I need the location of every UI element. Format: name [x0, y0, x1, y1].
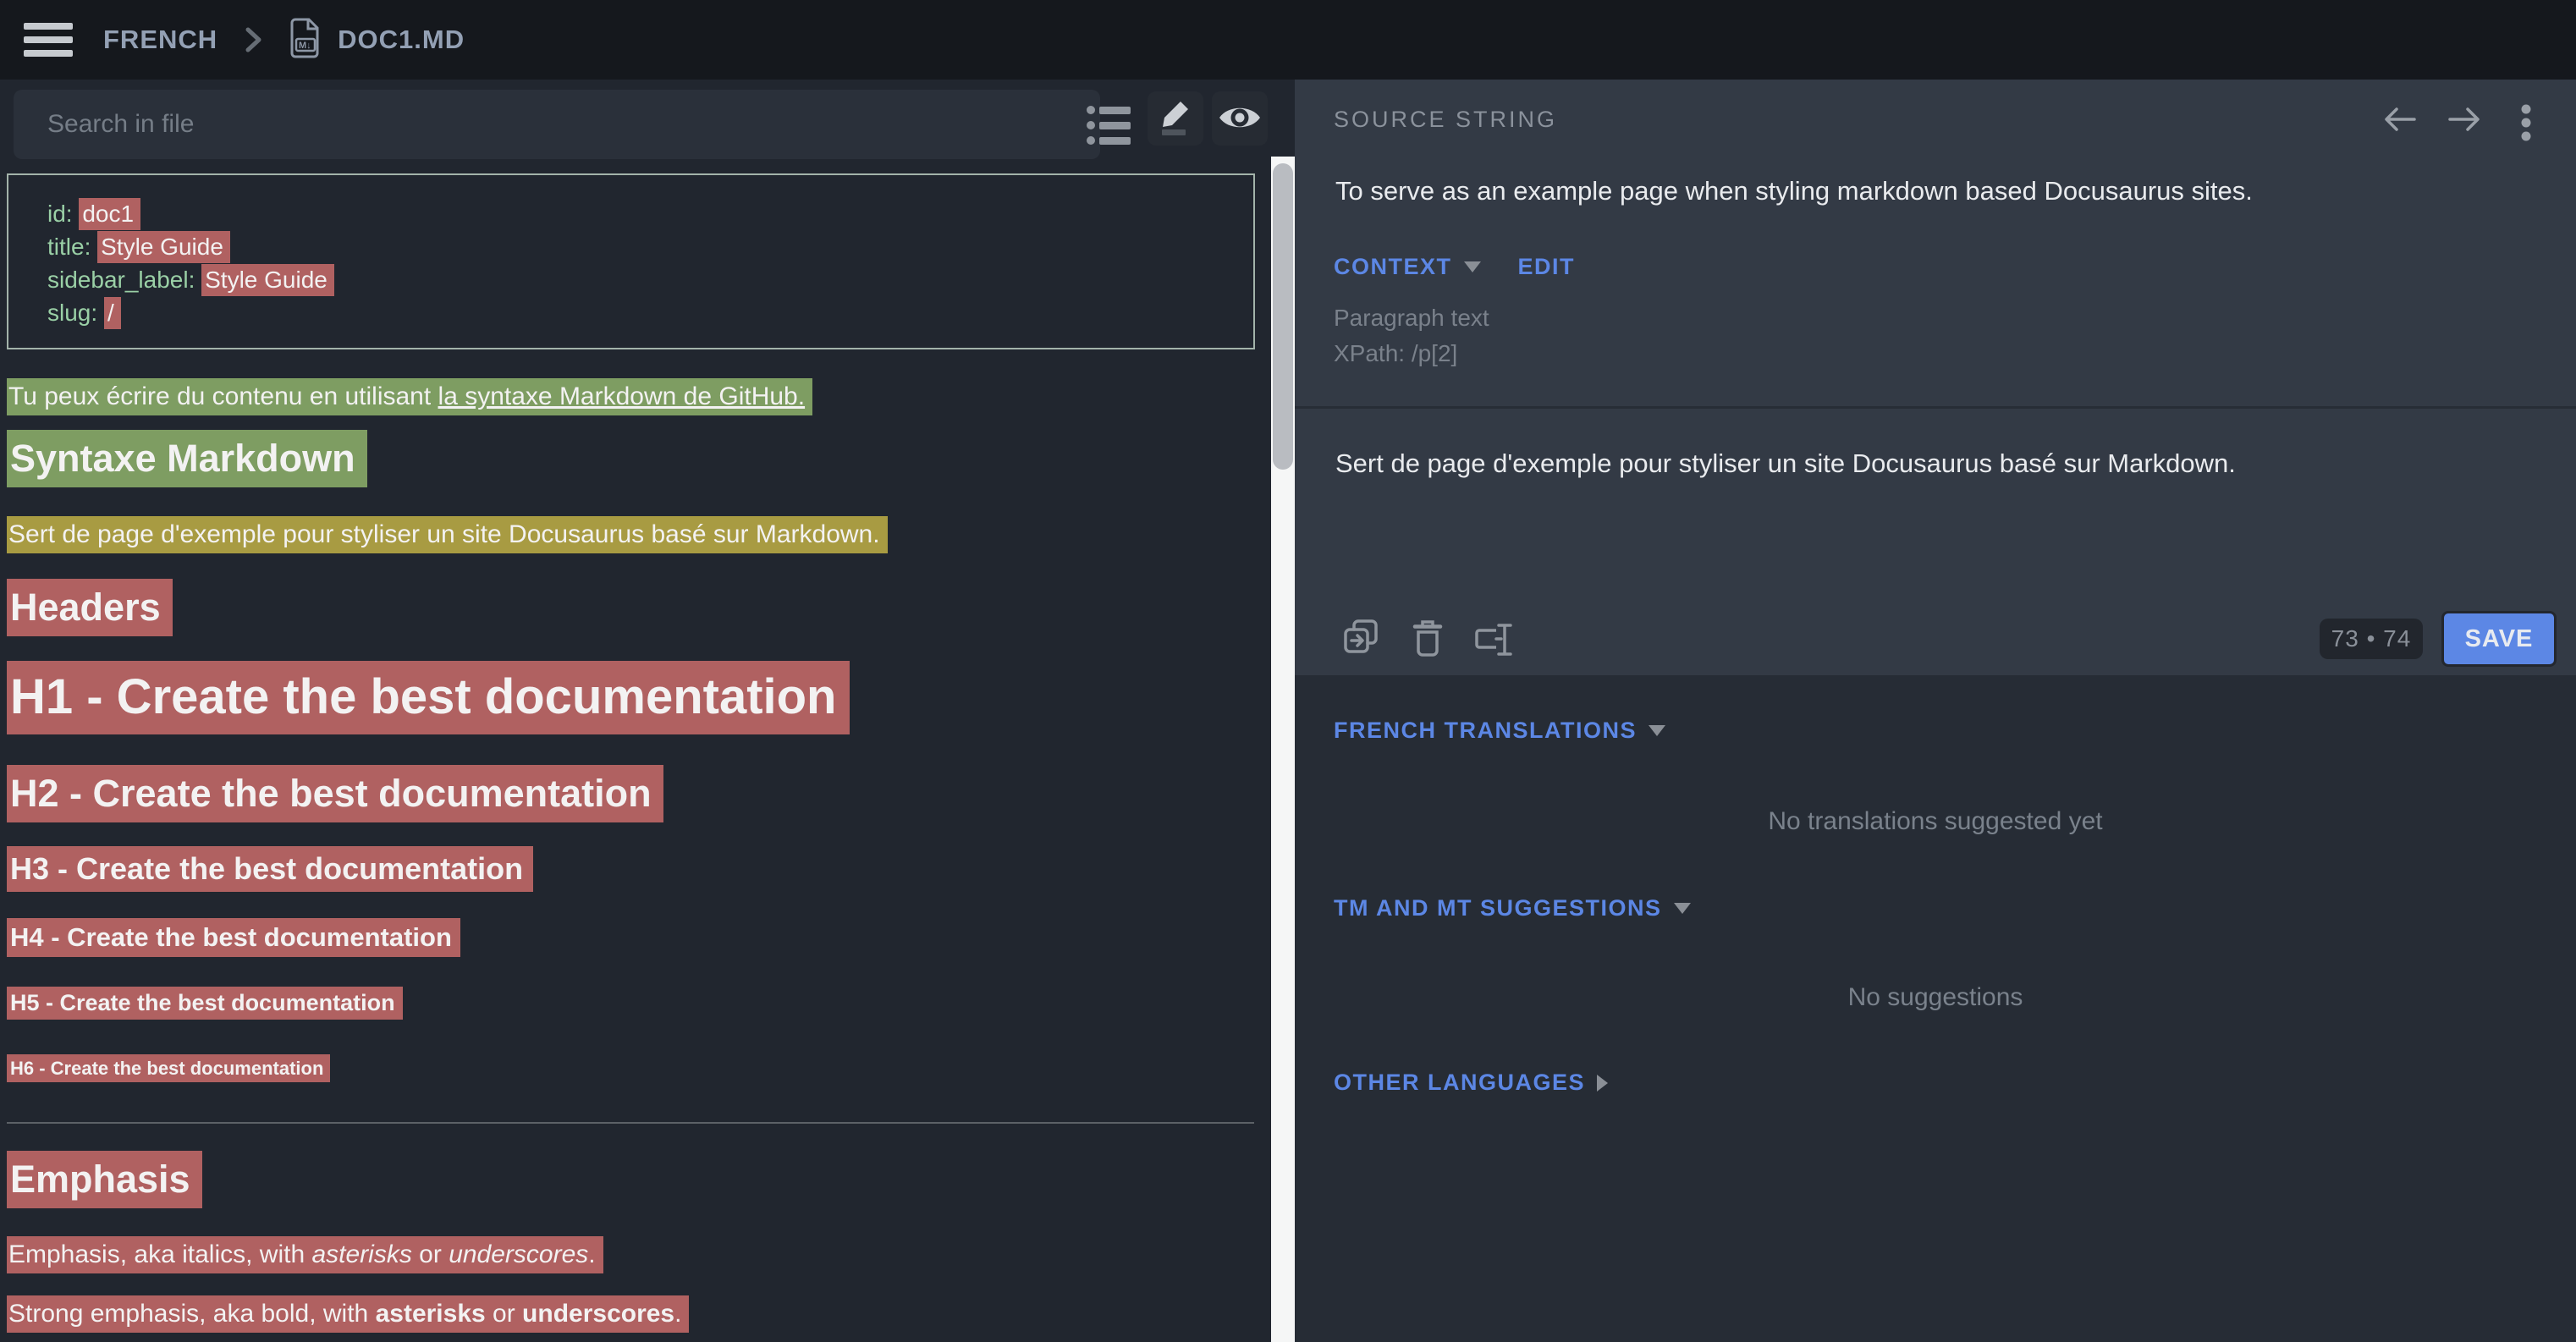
- markdown-file-icon: M↓: [290, 18, 321, 63]
- translation-panel: SOURCE STRING To serve as an example pag…: [1295, 80, 2576, 1342]
- heading-emphasis[interactable]: Emphasis: [7, 1158, 202, 1202]
- heading-h6[interactable]: H6 - Create the best documentation: [7, 1058, 330, 1080]
- selected-string-highlight[interactable]: Sert de page d'exemple pour styliser un …: [7, 516, 888, 553]
- svg-text:M↓: M↓: [299, 41, 311, 51]
- string-highlight: Emphasis, aka italics, with asterisks or…: [7, 1236, 603, 1273]
- file-preview-panel: id: doc1 title: Style Guide sidebar_labe…: [0, 80, 1295, 1342]
- section-french-translations[interactable]: FRENCH TRANSLATIONS: [1334, 718, 1665, 744]
- menu-icon[interactable]: [24, 16, 73, 63]
- string-highlight[interactable]: /: [104, 297, 121, 329]
- search-input[interactable]: [14, 90, 1100, 159]
- save-button[interactable]: SAVE: [2441, 611, 2557, 667]
- preview-mode-button[interactable]: [1212, 91, 1268, 146]
- context-edit-link[interactable]: EDIT: [1518, 254, 1576, 280]
- chevron-right-icon: [1597, 1075, 1608, 1092]
- eye-icon: [1218, 102, 1262, 135]
- string-highlight: Strong emphasis, aka bold, with asterisk…: [7, 1295, 689, 1333]
- doc-link[interactable]: la syntaxe Markdown de GitHub.: [438, 382, 806, 410]
- string-highlight[interactable]: Emphasis: [7, 1151, 202, 1208]
- section-tm-mt-suggestions[interactable]: TM AND MT SUGGESTIONS: [1334, 895, 1691, 921]
- breadcrumb-chevron-icon: [243, 23, 265, 57]
- scrollbar-track[interactable]: [1271, 157, 1295, 1342]
- section-other-languages[interactable]: OTHER LANGUAGES: [1334, 1070, 1608, 1096]
- french-translations-empty: No translations suggested yet: [1295, 807, 2576, 836]
- breadcrumb-file-name: DOC1.MD: [338, 25, 465, 55]
- horizontal-rule: [7, 1122, 1254, 1124]
- context-toggle[interactable]: CONTEXT: [1334, 254, 1452, 280]
- heading-syntaxe-markdown[interactable]: Syntaxe Markdown: [7, 437, 367, 481]
- insert-source-icon[interactable]: [1342, 618, 1381, 661]
- string-highlight[interactable]: H6 - Create the best documentation: [7, 1054, 330, 1082]
- context-type: Paragraph text: [1334, 305, 1489, 332]
- heading-headers[interactable]: Headers: [7, 586, 173, 630]
- string-highlight[interactable]: doc1: [79, 198, 140, 230]
- string-highlight: Tu peux écrire du contenu en utilisant l…: [7, 378, 812, 415]
- document-preview: id: doc1 title: Style Guide sidebar_labe…: [0, 169, 1271, 1342]
- pencil-icon: [1158, 99, 1193, 139]
- intro-paragraph[interactable]: Tu peux écrire du contenu en utilisant l…: [7, 382, 812, 411]
- top-bar: FRENCH M↓ DOC1.MD: [0, 0, 2576, 80]
- scrollbar-thumb[interactable]: [1273, 163, 1293, 470]
- heading-h5[interactable]: H5 - Create the best documentation: [7, 990, 403, 1016]
- delete-translation-icon[interactable]: [1412, 619, 1444, 660]
- translation-input[interactable]: Sert de page d'exemple pour styliser un …: [1335, 448, 2236, 479]
- string-highlight[interactable]: Style Guide: [97, 231, 230, 263]
- selected-paragraph[interactable]: Sert de page d'exemple pour styliser un …: [7, 520, 888, 549]
- previous-string-button[interactable]: [2381, 103, 2419, 138]
- breadcrumb-language[interactable]: FRENCH: [103, 25, 217, 55]
- chevron-down-icon: [1674, 903, 1691, 914]
- frontmatter-line[interactable]: sidebar_label: Style Guide: [47, 263, 1253, 296]
- source-string-card: SOURCE STRING To serve as an example pag…: [1295, 80, 2576, 675]
- string-highlight[interactable]: H5 - Create the best documentation: [7, 987, 403, 1020]
- emphasis-paragraph[interactable]: Emphasis, aka italics, with asterisks or…: [7, 1240, 603, 1269]
- breadcrumb-file[interactable]: M↓ DOC1.MD: [290, 18, 465, 63]
- chevron-down-icon: [1649, 725, 1665, 736]
- string-highlight[interactable]: H3 - Create the best documentation: [7, 846, 533, 892]
- card-divider: [1295, 406, 2576, 409]
- strong-paragraph[interactable]: Strong emphasis, aka bold, with asterisk…: [7, 1300, 689, 1328]
- context-xpath: XPath: /p[2]: [1334, 340, 1457, 367]
- string-highlight[interactable]: H4 - Create the best documentation: [7, 918, 460, 957]
- string-highlight[interactable]: Style Guide: [201, 264, 334, 296]
- string-highlight[interactable]: Syntaxe Markdown: [7, 430, 367, 487]
- string-highlight[interactable]: H2 - Create the best documentation: [7, 765, 663, 822]
- heading-h1[interactable]: H1 - Create the best documentation: [7, 668, 850, 725]
- kebab-menu-icon[interactable]: [2520, 103, 2532, 145]
- tm-mt-empty: No suggestions: [1295, 983, 2576, 1012]
- frontmatter-line[interactable]: slug: /: [47, 296, 1253, 329]
- edit-mode-button[interactable]: [1148, 91, 1203, 146]
- source-string-title: SOURCE STRING: [1334, 107, 1557, 133]
- frontmatter-line[interactable]: title: Style Guide: [47, 230, 1253, 263]
- next-string-button[interactable]: [2445, 103, 2484, 138]
- char-counter-badge: 73 • 74: [2320, 619, 2423, 659]
- heading-h4[interactable]: H4 - Create the best documentation: [7, 922, 460, 953]
- string-highlight[interactable]: Headers: [7, 579, 173, 636]
- source-text: To serve as an example page when styling…: [1335, 176, 2253, 206]
- text-cursor-icon[interactable]: [1472, 620, 1513, 662]
- heading-h2[interactable]: H2 - Create the best documentation: [7, 772, 663, 816]
- chevron-down-icon: [1464, 261, 1481, 272]
- string-list-icon[interactable]: [1086, 102, 1131, 149]
- frontmatter-line[interactable]: id: doc1: [47, 197, 1253, 230]
- string-highlight[interactable]: H1 - Create the best documentation: [7, 661, 850, 734]
- frontmatter-block: id: doc1 title: Style Guide sidebar_labe…: [7, 173, 1255, 349]
- heading-h3[interactable]: H3 - Create the best documentation: [7, 851, 533, 887]
